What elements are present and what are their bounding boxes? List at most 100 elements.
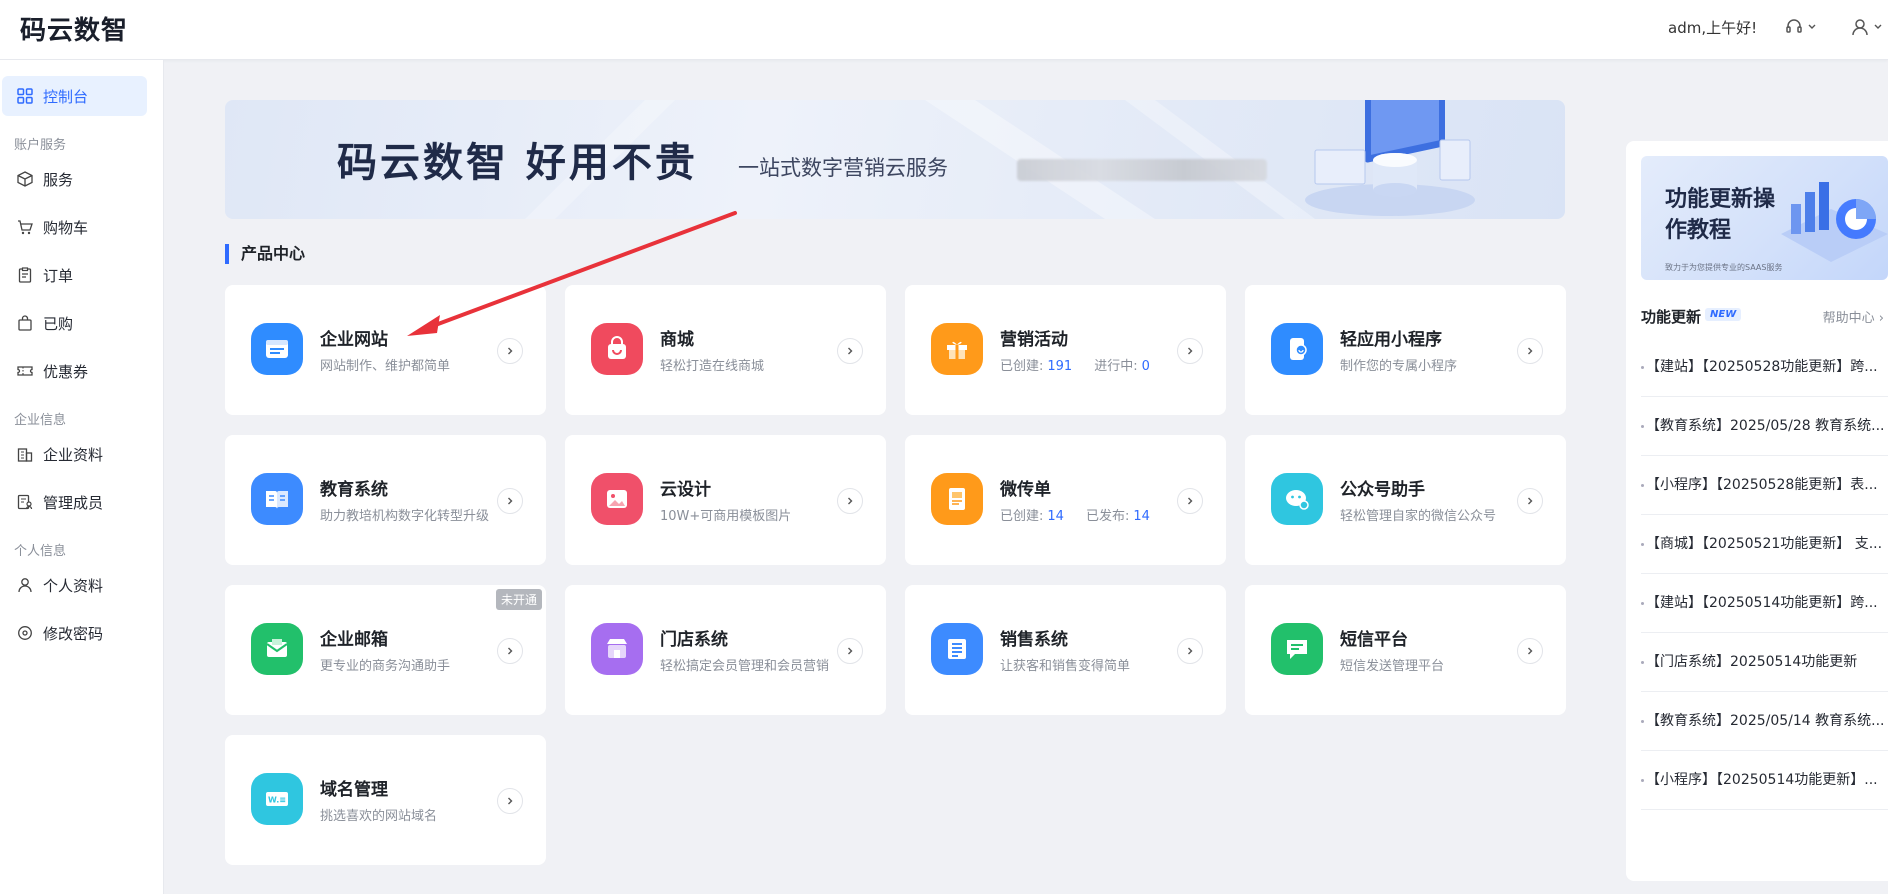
sidebar-item-dashboard[interactable]: 控制台 — [2, 76, 147, 116]
product-card-marketing[interactable]: 营销活动 已创建: 191 进行中: 0 — [905, 285, 1226, 415]
shopping-bag-icon — [591, 323, 643, 375]
user-menu[interactable] — [1850, 15, 1888, 39]
message-icon — [1271, 623, 1323, 675]
product-card-sales-system[interactable]: 销售系统 让获客和销售变得简单 — [905, 585, 1226, 715]
product-card-domain-management[interactable]: W.≡ 域名管理挑选喜欢的网站域名 — [225, 735, 546, 865]
product-card-enterprise-mail[interactable]: 企业邮箱 更专业的商务沟通助手 未开通 — [225, 585, 546, 715]
product-card-website[interactable]: 企业网站 网站制作、维护都简单 — [225, 285, 546, 415]
bullet-icon — [1641, 483, 1644, 487]
stat-value: 14 — [1133, 509, 1150, 524]
chevron-right-icon[interactable] — [837, 338, 863, 364]
headset-icon — [1784, 17, 1804, 37]
card-title: 微传单 — [1000, 480, 1051, 500]
card-title: 轻应用小程序 — [1340, 330, 1442, 350]
help-center-link[interactable]: 帮助中心 › — [1823, 307, 1884, 326]
chevron-right-icon[interactable] — [1177, 638, 1203, 664]
sidebar-item-orders[interactable]: 订单 — [2, 255, 147, 295]
bag-icon — [16, 314, 34, 332]
card-title: 域名管理 — [320, 780, 388, 800]
product-card-store-system[interactable]: 门店系统 轻松搞定会员管理和会员营销 — [565, 585, 886, 715]
app-logo[interactable]: 码云数智 — [20, 10, 128, 47]
banner-blurred-text — [1017, 159, 1267, 181]
gift-icon — [931, 323, 983, 375]
chevron-right-icon[interactable] — [1517, 338, 1543, 364]
chevron-right-icon[interactable] — [837, 638, 863, 664]
server-illustration-icon — [1305, 100, 1475, 216]
lock-icon — [16, 624, 34, 642]
card-title: 公众号助手 — [1340, 480, 1425, 500]
news-item[interactable]: 【小程序】【20250528能更新】表... — [1641, 456, 1888, 515]
card-description: 挑选喜欢的网站域名 — [320, 809, 438, 824]
product-card-mall[interactable]: 商城轻松打造在线商城 — [565, 285, 886, 415]
card-title: 商城 — [660, 330, 694, 350]
promo-banner[interactable]: 码云数智 好用不贵 一站式数字营销云服务 — [225, 100, 1565, 219]
card-description: 轻松管理自家的微信公众号 — [1340, 509, 1497, 524]
news-title: 【门店系统】20250514功能更新 — [1646, 654, 1858, 670]
support-menu[interactable] — [1784, 15, 1822, 39]
sidebar-item-coupons[interactable]: 优惠券 — [2, 351, 147, 391]
wechat-icon — [1271, 473, 1323, 525]
card-title: 门店系统 — [660, 630, 728, 650]
sidebar-item-services[interactable]: 服务 — [2, 159, 147, 199]
building-icon — [16, 445, 34, 463]
chevron-down-icon — [1807, 22, 1817, 32]
product-card-sms-platform[interactable]: 短信平台 短信发送管理平台 — [1245, 585, 1566, 715]
news-title: 【小程序】【20250528能更新】表... — [1646, 477, 1878, 493]
card-description: 轻松打造在线商城 — [660, 359, 765, 374]
news-item[interactable]: 【门店系统】20250514功能更新 — [1641, 633, 1888, 692]
sidebar-item-label: 管理成员 — [43, 493, 104, 512]
product-card-flyer[interactable]: 微传单 已创建: 14 已发布: 14 — [905, 435, 1226, 565]
product-card-education[interactable]: 教育系统 助力教培机构数字化转型升级 — [225, 435, 546, 565]
sidebar-item-purchased[interactable]: 已购 — [2, 303, 147, 343]
sidebar-item-personal-profile[interactable]: 个人资料 — [2, 565, 147, 605]
updates-header: 功能更新 NEW 帮助中心 › — [1641, 306, 1888, 326]
stat-label: 已创建: — [1000, 359, 1044, 374]
product-card-mini-program[interactable]: 轻应用小程序制作您的专属小程序 — [1245, 285, 1566, 415]
news-item[interactable]: 【小程序】【20250514功能更新】... — [1641, 751, 1888, 810]
news-item[interactable]: 【建站】【20250528功能更新】跨... — [1641, 338, 1888, 397]
chevron-right-icon[interactable] — [837, 488, 863, 514]
sidebar-item-cart[interactable]: 购物车 — [2, 207, 147, 247]
news-title: 【建站】【20250528功能更新】跨... — [1646, 359, 1878, 375]
news-item[interactable]: 【教育系统】2025/05/28 教育系统... — [1641, 397, 1888, 456]
news-item[interactable]: 【教育系统】2025/05/14 教育系统... — [1641, 692, 1888, 751]
chevron-right-icon[interactable] — [497, 788, 523, 814]
list-icon — [931, 623, 983, 675]
flyer-icon — [931, 473, 983, 525]
chart-illustration-icon — [1781, 182, 1888, 262]
domain-icon: W.≡ — [251, 773, 303, 825]
stat-value: 0 — [1141, 359, 1150, 374]
bullet-icon — [1641, 542, 1644, 546]
chevron-right-icon[interactable] — [497, 338, 523, 364]
updates-title: 功能更新 — [1641, 308, 1702, 326]
chevron-right-icon[interactable] — [497, 488, 523, 514]
product-card-official-account[interactable]: 公众号助手轻松管理自家的微信公众号 — [1245, 435, 1566, 565]
status-badge: 未开通 — [495, 589, 542, 610]
bullet-icon — [1641, 660, 1644, 664]
sidebar-item-label: 企业资料 — [43, 445, 104, 464]
section-title-product-center: 产品中心 — [225, 244, 305, 264]
card-description: 制作您的专属小程序 — [1340, 359, 1458, 374]
sidebar: 控制台 账户服务 服务 购物车 订单 已购 优惠券 企业信息 企业资料 管理成员… — [0, 60, 164, 894]
chevron-right-icon[interactable] — [1517, 638, 1543, 664]
news-title: 【教育系统】2025/05/28 教育系统... — [1646, 418, 1885, 434]
card-description: 10W+可商用模板图片 — [660, 509, 792, 524]
chevron-right-icon[interactable] — [1177, 488, 1203, 514]
sidebar-item-change-password[interactable]: 修改密码 — [2, 613, 147, 653]
tutorial-banner[interactable]: 功能更新操作教程 致力于为您提供专业的SAAS服务 — [1641, 156, 1888, 280]
stat-label: 已发布: — [1085, 509, 1130, 524]
news-item[interactable]: 【商城】【20250521功能更新】 支... — [1641, 515, 1888, 574]
new-badge: NEW — [1705, 308, 1742, 321]
sidebar-item-members[interactable]: 管理成员 — [2, 482, 147, 522]
stat-label: 进行中: — [1094, 359, 1138, 374]
chevron-right-icon[interactable] — [1177, 338, 1203, 364]
sidebar-item-company-profile[interactable]: 企业资料 — [2, 434, 147, 474]
news-title: 【小程序】【20250514功能更新】... — [1646, 772, 1878, 788]
user-icon — [1850, 17, 1870, 37]
news-item[interactable]: 【建站】【20250514功能更新】跨... — [1641, 574, 1888, 633]
sidebar-group-account: 账户服务 — [14, 138, 67, 153]
product-card-cloud-design[interactable]: 云设计 10W+可商用模板图片 — [565, 435, 886, 565]
chevron-right-icon[interactable] — [1517, 488, 1543, 514]
svg-text:W.≡: W.≡ — [268, 796, 286, 805]
chevron-right-icon[interactable] — [497, 638, 523, 664]
